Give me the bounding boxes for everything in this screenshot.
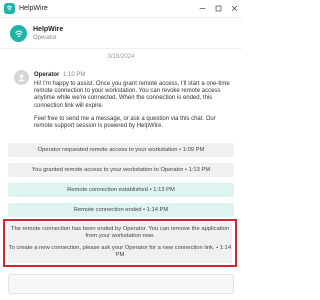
avatar [14,70,29,85]
message-body: Hi! I'm happy to assist. Once you grant … [34,81,234,130]
close-button[interactable] [226,0,242,18]
header-subtitle: Operator [33,35,57,41]
message-paragraph: Hi! I'm happy to assist. Once you grant … [34,81,230,109]
close-icon [231,5,237,12]
event-access-granted: You granted remote access to your workst… [8,163,234,177]
operator-avatar [10,25,27,42]
window-title: HelpWire [19,5,48,12]
header-title: HelpWire [33,26,64,33]
event-access-requested: Operator requested remote access to your… [8,143,234,157]
message-paragraph: Feel free to send me a message, or ask a… [34,115,216,130]
notice-line: To create a new connection, please ask y… [8,245,232,258]
chat-date: 3/18/2024 [107,54,135,60]
helpwire-wave-icon [14,29,23,37]
event-connection-ended: Remote connection ended • 1:14 PM [8,203,234,217]
event-connection-established: Remote connection established • 1:13 PM [8,183,234,197]
message-time: 1:10 PM [63,72,86,78]
helpwire-logo-icon [4,3,15,14]
title-bar: HelpWire [0,0,242,18]
minimize-button[interactable] [194,0,210,18]
highlighted-notice-frame: The remote connection has been ended by … [3,219,237,267]
message-input[interactable] [8,274,234,294]
maximize-button[interactable] [210,0,226,18]
user-icon [18,74,25,82]
chat-header: HelpWire Operator [0,19,242,49]
notice-line: The remote connection has been ended by … [10,226,230,239]
message-sender: Operator [34,72,60,78]
minimize-icon [199,8,205,9]
connection-ended-notice: The remote connection has been ended by … [8,223,232,263]
maximize-icon [215,5,221,12]
